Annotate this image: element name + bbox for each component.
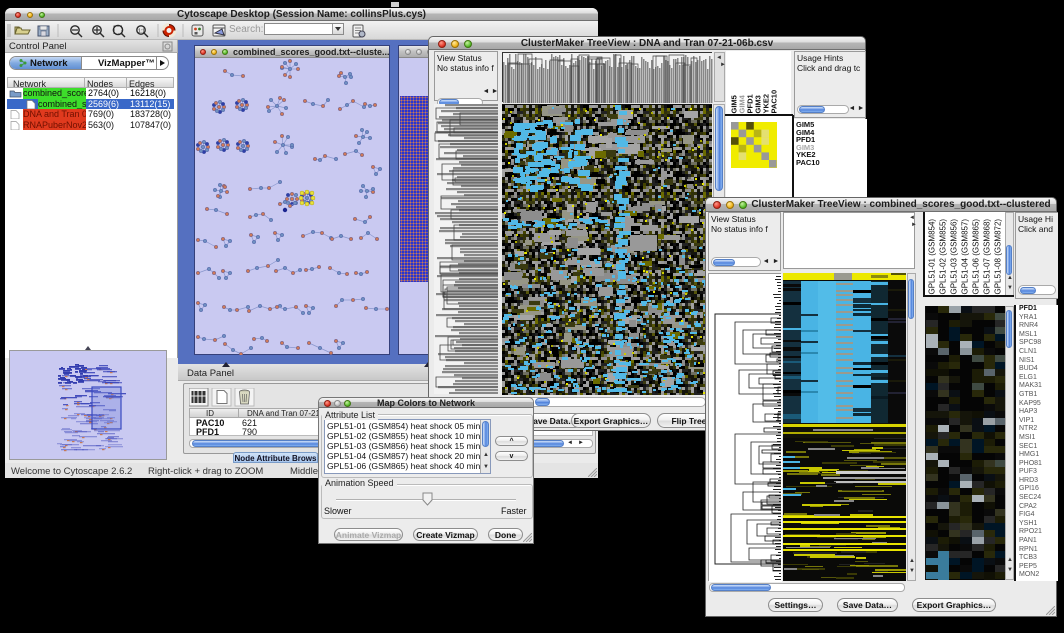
svg-text:1:1: 1:1 [138,29,145,35]
